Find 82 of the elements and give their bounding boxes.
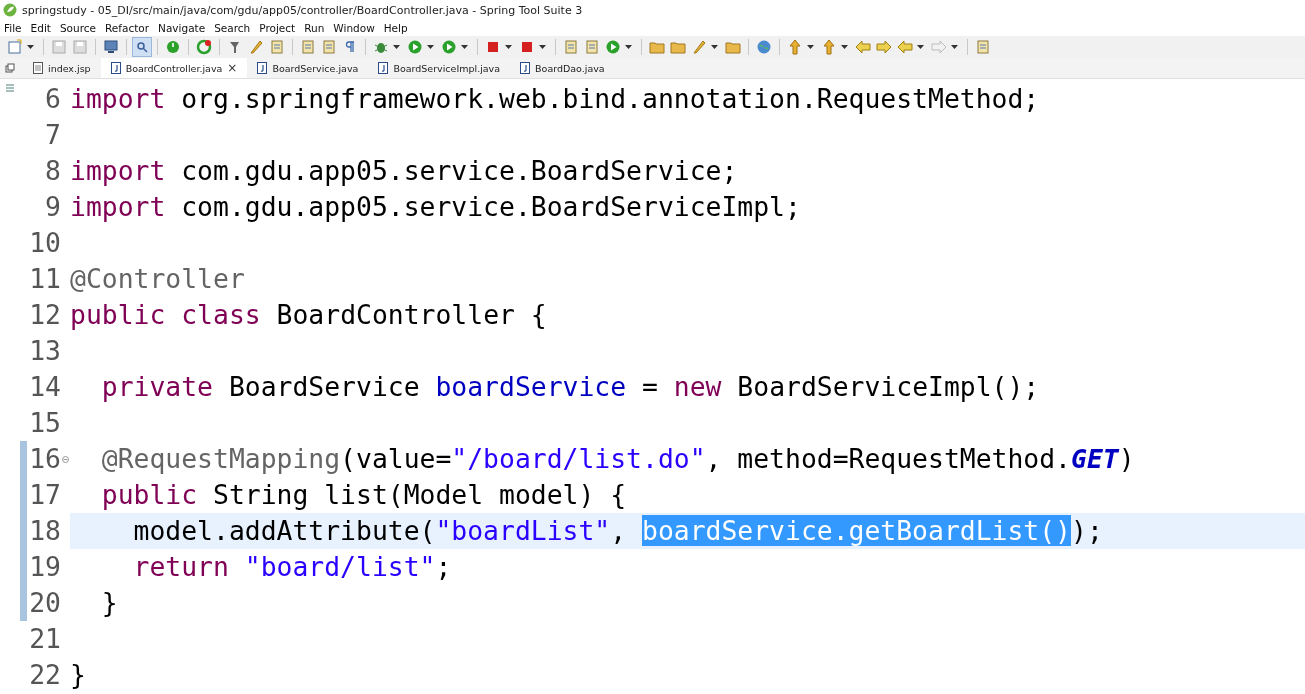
- window-title: springstudy - 05_DI/src/main/java/com/gdu/app05/controller/BoardController.java - Spring Tool Suite 3: [22, 3, 583, 17]
- refresh-icon[interactable]: [195, 38, 213, 56]
- line-number: 20: [28, 586, 61, 620]
- java-file-icon: [520, 62, 531, 74]
- document-icon[interactable]: [562, 38, 580, 56]
- line-number: 16: [28, 442, 61, 476]
- brush-icon[interactable]: [247, 38, 265, 56]
- editor-tab[interactable]: index.jsp: [23, 58, 101, 78]
- caret-icon[interactable]: [505, 45, 512, 49]
- caret-icon[interactable]: [951, 45, 958, 49]
- app-logo-icon: [3, 3, 17, 17]
- document-icon[interactable]: [320, 38, 338, 56]
- java-file-icon: [110, 62, 121, 74]
- caret-icon[interactable]: [461, 45, 468, 49]
- document-icon[interactable]: [299, 38, 317, 56]
- line-number: 11: [28, 262, 61, 296]
- monitor-icon[interactable]: [102, 38, 120, 56]
- line-number: 15: [28, 406, 61, 440]
- code-line: public class BoardController {: [70, 299, 547, 330]
- caret-icon[interactable]: [539, 45, 546, 49]
- save-icon[interactable]: [50, 38, 68, 56]
- menu-item[interactable]: Refactor: [105, 22, 150, 34]
- line-number: 10: [28, 226, 61, 260]
- line-number: 9: [44, 190, 61, 224]
- editor-tab[interactable]: BoardController.java ×: [100, 58, 248, 78]
- code-line: public String list(Model model) {: [100, 479, 627, 510]
- caret-icon[interactable]: [27, 45, 34, 49]
- restore-icon[interactable]: [5, 63, 15, 73]
- menu-item[interactable]: Source: [59, 22, 96, 34]
- close-tab-button[interactable]: ×: [227, 61, 238, 75]
- code-line: }: [70, 659, 86, 690]
- code-line: import com.gdu.app05.service.BoardServiceImpl;: [70, 191, 801, 222]
- globe-icon[interactable]: [755, 38, 773, 56]
- arrow-right-icon[interactable]: [875, 38, 893, 56]
- fold-icon[interactable]: [62, 455, 69, 463]
- caret-icon[interactable]: [841, 45, 848, 49]
- editor-tab[interactable]: BoardService.java: [247, 58, 369, 78]
- caret-icon[interactable]: [711, 45, 718, 49]
- arrow-left-icon[interactable]: [854, 38, 872, 56]
- menu-item[interactable]: Window: [333, 22, 375, 34]
- save-icon[interactable]: [71, 38, 89, 56]
- java-file-icon: [378, 62, 389, 74]
- line-number: 18: [28, 514, 61, 548]
- code-line: import com.gdu.app05.service.BoardService;: [70, 155, 738, 186]
- line-number: 7: [44, 118, 61, 152]
- caret-icon[interactable]: [807, 45, 814, 49]
- code-line: return "board/list";: [132, 551, 452, 582]
- line-number: 14: [28, 370, 61, 404]
- menu-item[interactable]: File: [4, 22, 22, 34]
- file-icon: [33, 62, 43, 74]
- menu-item[interactable]: Run: [304, 22, 325, 34]
- code-line: import org.springframework.web.bind.annotation.RequestMethod;: [70, 83, 1040, 114]
- line-number: 22: [28, 658, 61, 692]
- menu-item[interactable]: Search: [214, 22, 251, 34]
- menu-item[interactable]: Project: [259, 22, 296, 34]
- line-number: 6: [44, 82, 61, 116]
- line-number: 19: [28, 550, 61, 584]
- line-number: 21: [28, 622, 61, 656]
- overview-icon: [6, 83, 14, 93]
- caret-icon[interactable]: [427, 45, 434, 49]
- caret-icon[interactable]: [393, 45, 400, 49]
- menu-item[interactable]: Help: [383, 22, 408, 34]
- code-line: model.addAttribute("boardList", boardService.getBoardList());: [132, 515, 1103, 546]
- document-icon[interactable]: [268, 38, 286, 56]
- code-line: private BoardService boardService = new BoardServiceImpl();: [100, 371, 1040, 402]
- code-line: }: [100, 587, 118, 618]
- document-icon[interactable]: [583, 38, 601, 56]
- line-number: 17: [28, 478, 61, 512]
- editor-tab[interactable]: BoardDao.java: [510, 58, 615, 78]
- document-icon[interactable]: [974, 38, 992, 56]
- menu-item[interactable]: Edit: [30, 22, 51, 34]
- power-icon[interactable]: [164, 38, 182, 56]
- editor-tab[interactable]: BoardServiceImpl.java: [368, 58, 511, 78]
- caret-icon[interactable]: [917, 45, 924, 49]
- code-line: @RequestMapping(value="/board/list.do", method=RequestMethod.GET): [100, 443, 1135, 474]
- menu-item[interactable]: Navigate: [158, 22, 206, 34]
- line-number: 12: [28, 298, 61, 332]
- code-line: @Controller: [70, 263, 245, 294]
- caret-icon[interactable]: [625, 45, 632, 49]
- java-file-icon: [257, 62, 268, 74]
- line-number: 13: [28, 334, 61, 368]
- line-number: 8: [44, 154, 61, 188]
